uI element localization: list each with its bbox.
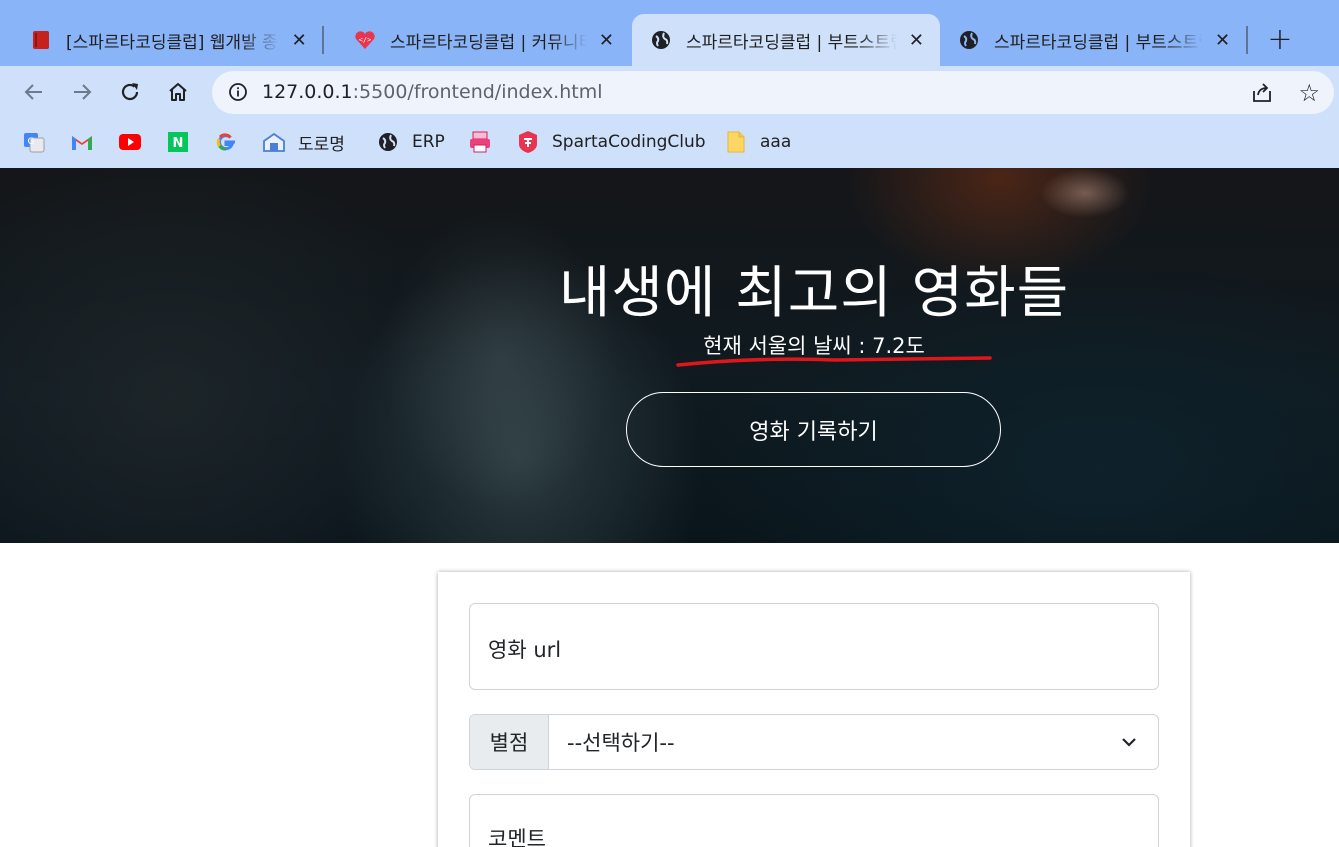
hero-texture bbox=[1040, 168, 1130, 218]
browser-toolbar: 127.0.0.1:5500/frontend/index.html ☆ bbox=[0, 66, 1339, 118]
browser-tab-4[interactable]: 스파르타코딩클럽 | 부트스트랩 ✕ bbox=[940, 14, 1246, 66]
tab-strip: [스파르타코딩클럽] 웹개발 종합반 ✕ </> 스파르타코딩클럽 | 커뮤니티… bbox=[0, 0, 1339, 66]
bookmark-address[interactable]: 도로명 bbox=[262, 129, 345, 155]
bookmark-label: aaa bbox=[760, 132, 792, 152]
movie-url-placeholder: 영화 url bbox=[488, 638, 562, 662]
bookmark-naver[interactable]: N bbox=[166, 129, 202, 155]
record-movie-button[interactable]: 영화 기록하기 bbox=[626, 392, 1001, 467]
code-heart-icon: </> bbox=[354, 29, 376, 51]
url-host: 127.0.0.1 bbox=[262, 81, 353, 103]
close-icon[interactable]: ✕ bbox=[907, 30, 926, 51]
close-icon[interactable]: ✕ bbox=[597, 30, 616, 51]
globe-icon bbox=[958, 29, 980, 51]
arrow-left-icon bbox=[24, 84, 42, 100]
bookmark-aaa[interactable]: aaa bbox=[724, 129, 791, 155]
comment-input[interactable]: 코멘트 bbox=[469, 794, 1159, 847]
reload-button[interactable] bbox=[112, 74, 148, 110]
weather-text: 현재 서울의 날씨 : 7.2도 bbox=[703, 334, 925, 358]
naver-icon: N bbox=[166, 130, 190, 154]
bookmark-erp[interactable]: ERP bbox=[376, 129, 445, 155]
svg-text:N: N bbox=[173, 136, 184, 151]
bookmark-star-icon[interactable]: ☆ bbox=[1298, 79, 1320, 107]
close-icon[interactable]: ✕ bbox=[1213, 30, 1232, 51]
home-icon bbox=[169, 83, 187, 101]
url-text[interactable]: 127.0.0.1:5500/frontend/index.html bbox=[262, 81, 603, 103]
bookmark-sparta[interactable]: SpartaCodingClub bbox=[516, 129, 706, 155]
star-label: 별점 bbox=[470, 715, 549, 769]
browser-tab-1[interactable]: [스파르타코딩클럽] 웹개발 종합반 ✕ bbox=[0, 14, 322, 66]
tab-title: 스파르타코딩클럽 | 부트스트랩 bbox=[994, 32, 1203, 53]
comment-placeholder: 코멘트 bbox=[488, 827, 546, 847]
translate-icon: G bbox=[22, 130, 46, 154]
svg-text:</>: </> bbox=[359, 36, 372, 44]
tab-divider bbox=[1246, 26, 1248, 54]
chevron-down-icon bbox=[1122, 738, 1136, 747]
back-button[interactable] bbox=[16, 74, 52, 110]
page-title: 내생에 최고의 영화들 bbox=[558, 261, 1070, 326]
bookmark-label: SpartaCodingClub bbox=[552, 132, 706, 152]
svg-text:G: G bbox=[28, 137, 35, 147]
forward-button[interactable] bbox=[64, 74, 100, 110]
bookmark-google[interactable] bbox=[214, 129, 250, 155]
globe-icon bbox=[650, 29, 672, 51]
bookmark-printer[interactable] bbox=[468, 129, 504, 155]
address-icon bbox=[262, 130, 286, 154]
tab-title: 스파르타코딩클럽 | 커뮤니티 bbox=[390, 32, 587, 53]
bookmarks-bar: G N 도로명 ERP SpartaCodingClub aaa bbox=[0, 118, 1339, 168]
movie-url-input[interactable]: 영화 url bbox=[469, 603, 1159, 690]
globe-icon bbox=[376, 130, 400, 154]
tab-title: 스파르타코딩클럽 | 부트스트랩 bbox=[686, 32, 897, 53]
post-form-card: 영화 url 별점 --선택하기-- 코멘트 bbox=[438, 572, 1190, 847]
gmail-icon bbox=[70, 130, 94, 154]
reload-icon bbox=[121, 83, 139, 101]
browser-tab-2[interactable]: </> 스파르타코딩클럽 | 커뮤니티 ✕ bbox=[324, 14, 630, 66]
home-button[interactable] bbox=[160, 74, 196, 110]
bookmark-youtube[interactable] bbox=[118, 129, 154, 155]
book-icon bbox=[30, 29, 52, 51]
bookmark-gmail[interactable] bbox=[70, 129, 106, 155]
star-rating-group: 별점 --선택하기-- bbox=[469, 714, 1159, 770]
annotation-underline bbox=[676, 356, 992, 367]
folder-icon bbox=[724, 130, 748, 154]
share-icon[interactable] bbox=[1250, 81, 1274, 105]
url-path: :5500/frontend/index.html bbox=[352, 81, 603, 103]
address-bar[interactable]: 127.0.0.1:5500/frontend/index.html ☆ bbox=[212, 71, 1334, 114]
bookmark-label: ERP bbox=[412, 132, 445, 152]
google-icon bbox=[214, 130, 238, 154]
new-tab-button[interactable]: + bbox=[1265, 22, 1295, 57]
browser-tab-3[interactable]: 스파르타코딩클럽 | 부트스트랩 ✕ bbox=[632, 14, 940, 66]
tab-title: [스파르타코딩클럽] 웹개발 종합반 bbox=[66, 32, 280, 53]
bookmark-label: 도로명 bbox=[298, 134, 345, 155]
youtube-icon bbox=[118, 130, 142, 154]
close-icon[interactable]: ✕ bbox=[290, 30, 308, 51]
bookmark-translate[interactable]: G bbox=[22, 129, 58, 155]
star-select[interactable]: --선택하기-- bbox=[549, 715, 1158, 769]
printer-icon bbox=[468, 130, 492, 154]
sparta-icon bbox=[516, 130, 540, 154]
hero-banner: 내생에 최고의 영화들 현재 서울의 날씨 : 7.2도 영화 기록하기 bbox=[0, 168, 1339, 543]
info-icon[interactable] bbox=[228, 82, 248, 102]
arrow-right-icon bbox=[74, 84, 92, 100]
star-select-value: --선택하기-- bbox=[567, 731, 675, 755]
